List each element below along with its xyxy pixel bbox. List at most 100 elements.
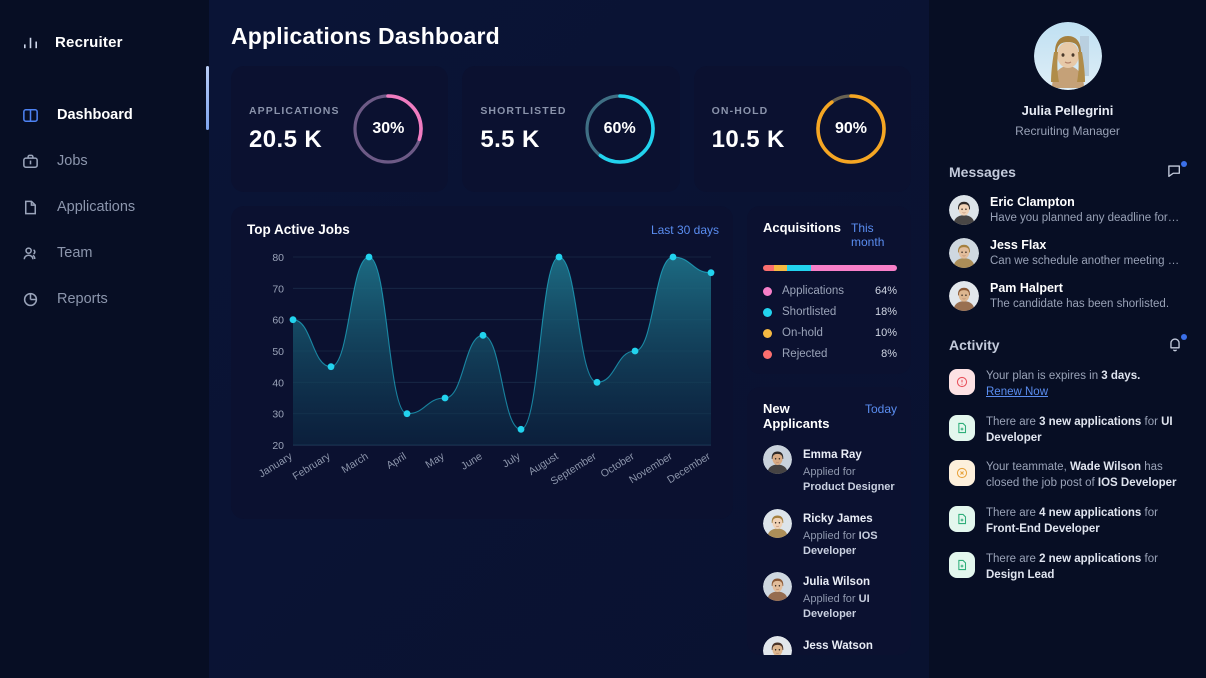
profile-role: Recruiting Manager bbox=[1015, 124, 1120, 138]
acquisitions-period[interactable]: This month bbox=[851, 221, 897, 249]
legend-value: 8% bbox=[881, 348, 897, 360]
message-preview: The candidate has been shorlisted. bbox=[990, 298, 1170, 310]
stacked-segment bbox=[763, 265, 774, 271]
chart-header: Top Active Jobs Last 30 days bbox=[247, 222, 719, 237]
applicant-role: Applied for UI Developer bbox=[803, 593, 870, 621]
activity-item[interactable]: There are 4 new applications for Front-E… bbox=[949, 506, 1186, 538]
legend-row: Applications 64% bbox=[763, 285, 897, 297]
bar-chart-icon bbox=[20, 32, 41, 53]
avatar bbox=[949, 195, 979, 225]
svg-text:July: July bbox=[500, 450, 523, 470]
new-applicants-list: Emma Ray Applied for Product Designer Rick… bbox=[763, 445, 897, 655]
stacked-segment bbox=[773, 265, 788, 271]
chart-range-selector[interactable]: Last 30 days bbox=[651, 223, 719, 237]
activity-item[interactable]: There are 2 new applications for Design … bbox=[949, 551, 1186, 584]
kpi-card-shortlisted: SHORTLISTED 5.5 K 60% bbox=[462, 66, 680, 192]
page-title: Applications Dashboard bbox=[231, 23, 500, 49]
notification-dot bbox=[1181, 161, 1187, 167]
acquisitions-title: Acquisitions bbox=[763, 220, 842, 235]
list-item[interactable]: Julia Wilson Applied for UI Developer bbox=[763, 572, 897, 622]
kpi-value: 5.5 K bbox=[480, 125, 540, 153]
brand[interactable]: Recruiter bbox=[0, 16, 209, 60]
messages-header: Messages bbox=[949, 161, 1187, 182]
sidebar-item-jobs[interactable]: Jobs bbox=[0, 138, 209, 184]
svg-text:April: April bbox=[384, 450, 408, 471]
sidebar-item-dashboard[interactable]: Dashboard bbox=[0, 92, 209, 138]
new-applicants-period[interactable]: Today bbox=[865, 402, 897, 416]
sidebar-item-applications[interactable]: Applications bbox=[0, 184, 209, 230]
applicant-role: Applied for Product Designer bbox=[803, 466, 895, 493]
activity-header: Activity bbox=[949, 334, 1187, 355]
activity-text: Your plan is expires in 3 days. Renew Now bbox=[986, 370, 1141, 398]
sidebar-item-label: Team bbox=[57, 245, 93, 261]
content-row: Top Active Jobs Last 30 days 20 30 40 50 60 7… bbox=[231, 206, 911, 655]
legend-row: Rejected 8% bbox=[763, 348, 897, 360]
applicant-name: Emma Ray bbox=[803, 449, 862, 461]
donut-applications: 30% bbox=[350, 91, 426, 167]
applicant-name: Jess Watson bbox=[803, 640, 873, 653]
message-sender: Pam Halpert bbox=[990, 281, 1063, 295]
renew-now-link[interactable]: Renew Now bbox=[986, 386, 1048, 398]
svg-text:March: March bbox=[339, 450, 370, 476]
right-rail: Julia Pellegrini Recruiting Manager Mess… bbox=[929, 0, 1206, 678]
message-item[interactable]: Jess Flax Can we schedule another meeting… bbox=[949, 238, 1186, 268]
svg-text:June: June bbox=[459, 450, 485, 472]
list-item[interactable]: Jess WatsonApplied for Design Lead bbox=[763, 636, 897, 655]
activity-text: Your teammate, Wade Wilson has closed th… bbox=[986, 461, 1177, 490]
sidebar: Recruiter Dashboard Jobs Applications Te… bbox=[0, 0, 209, 678]
applicant-name: Julia Wilson bbox=[803, 576, 870, 589]
svg-text:50: 50 bbox=[272, 346, 284, 358]
donut-percent: 90% bbox=[834, 120, 867, 137]
activity-title: Activity bbox=[949, 337, 1000, 353]
activity-list: Your plan is expires in 3 days. Renew Now… bbox=[949, 369, 1186, 584]
document-plus-icon bbox=[949, 414, 975, 441]
acquisitions-legend: Applications 64% Shortlisted 18% On-hold 10% R… bbox=[763, 285, 897, 360]
users-icon bbox=[20, 243, 41, 264]
kpi-value: 10.5 K bbox=[711, 125, 785, 153]
avatar bbox=[949, 281, 979, 311]
kpi-text: SHORTLISTED 5.5 K bbox=[480, 105, 566, 154]
sidebar-item-label: Jobs bbox=[57, 153, 88, 169]
legend-value: 10% bbox=[874, 327, 897, 339]
chat-icon[interactable] bbox=[1166, 161, 1187, 182]
message-item[interactable]: Eric Clampton Have you planned any deadli… bbox=[949, 195, 1186, 225]
acquisitions-header: Acquisitions This month bbox=[763, 220, 897, 249]
legend-label: On-hold bbox=[782, 327, 823, 339]
legend-label: Shortlisted bbox=[782, 306, 837, 318]
kpi-label: ON-HOLD bbox=[711, 104, 769, 117]
avatar bbox=[763, 572, 792, 602]
activity-item[interactable]: There are 3 new applications for UI Deve… bbox=[949, 414, 1186, 447]
top-active-jobs-card: Top Active Jobs Last 30 days 20 30 40 50 60 7… bbox=[231, 206, 733, 519]
profile-card: Julia Pellegrini Recruiting Manager bbox=[949, 22, 1186, 138]
svg-text:70: 70 bbox=[272, 283, 284, 295]
profile-avatar-image bbox=[1033, 22, 1102, 90]
svg-text:80: 80 bbox=[272, 252, 284, 264]
list-item[interactable]: Emma Ray Applied for Product Designer bbox=[763, 445, 897, 495]
sidebar-item-reports[interactable]: Reports bbox=[0, 276, 209, 322]
activity-item[interactable]: Your plan is expires in 3 days. Renew Now bbox=[949, 369, 1186, 401]
dashboard-app: Recruiter Dashboard Jobs Applications Te… bbox=[0, 0, 1206, 678]
avatar bbox=[763, 636, 792, 655]
stacked-segment bbox=[787, 265, 812, 271]
donut-percent: 60% bbox=[603, 120, 636, 137]
message-preview: Can we schedule another meeting for … bbox=[990, 255, 1180, 267]
alert-circle-icon bbox=[949, 369, 975, 395]
document-icon bbox=[20, 197, 41, 218]
legend-dot bbox=[763, 349, 772, 359]
bell-icon[interactable] bbox=[1166, 334, 1187, 355]
kpi-text: ON-HOLD 10.5 K bbox=[712, 105, 785, 154]
donut-shortlisted: 60% bbox=[582, 91, 658, 167]
list-item[interactable]: Ricky James Applied for IOS Developer bbox=[763, 508, 897, 559]
message-item[interactable]: Pam Halpert The candidate has been shorli… bbox=[949, 281, 1186, 311]
acquisitions-stacked-bar bbox=[763, 265, 897, 271]
applicant-role: Applied for IOS Developer bbox=[803, 529, 878, 557]
kpi-label: SHORTLISTED bbox=[480, 104, 567, 117]
side-column: Acquisitions This month Applications 64% S… bbox=[747, 206, 911, 655]
avatar bbox=[763, 508, 792, 538]
kpi-value: 20.5 K bbox=[249, 125, 323, 153]
svg-text:May: May bbox=[423, 450, 447, 471]
sidebar-item-team[interactable]: Team bbox=[0, 230, 209, 276]
avatar[interactable] bbox=[1033, 22, 1102, 90]
new-applicants-header: New Applicants Today bbox=[763, 401, 897, 431]
activity-item[interactable]: Your teammate, Wade Wilson has closed th… bbox=[949, 460, 1186, 492]
